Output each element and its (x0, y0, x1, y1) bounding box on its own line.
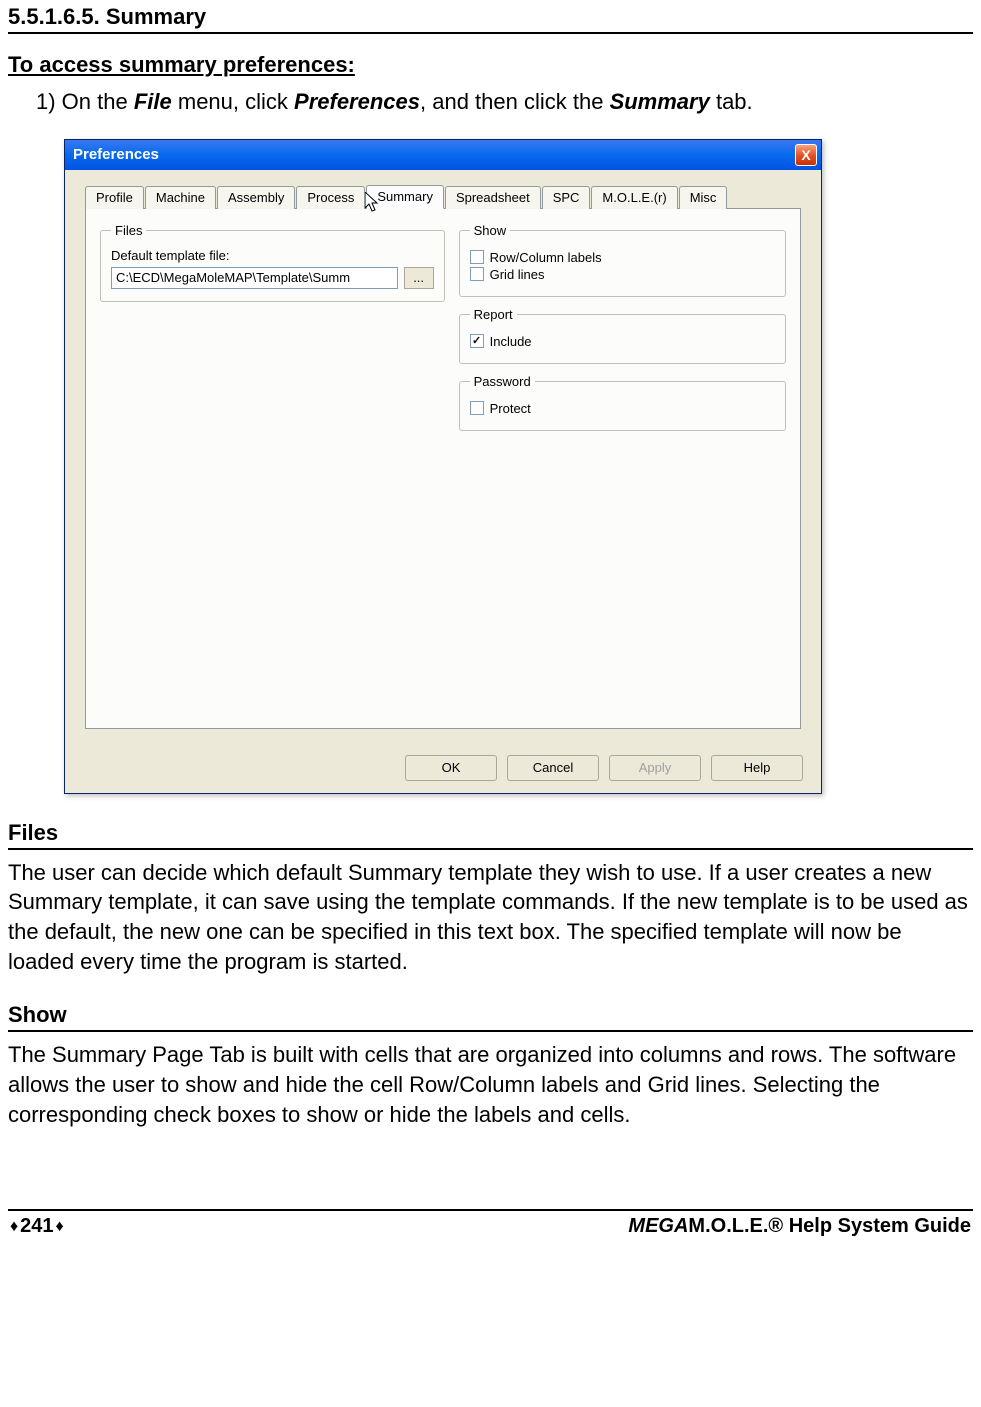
cursor-icon (365, 192, 383, 214)
apply-button[interactable]: Apply (609, 755, 701, 781)
tab-summary-label: Summary (377, 189, 433, 204)
diamond-right-icon: ♦ (56, 1218, 64, 1236)
dialog-button-row: OK Cancel Apply Help (65, 745, 821, 793)
step-mid1: menu, click (172, 89, 294, 114)
step-prefix: 1) On the (36, 89, 134, 114)
tab-machine[interactable]: Machine (145, 186, 216, 209)
show-group: Show Row/Column labels Grid lines (459, 223, 786, 297)
protect-label: Protect (490, 401, 531, 416)
rowcol-checkbox[interactable] (470, 250, 484, 264)
gridlines-checkbox[interactable] (470, 267, 484, 281)
step-mid2: , and then click the (420, 89, 610, 114)
step-file: File (134, 89, 172, 114)
files-heading: Files (8, 820, 973, 850)
default-template-label: Default template file: (111, 248, 434, 263)
tab-content: Files Default template file: C:\ECD\Mega… (85, 209, 801, 729)
right-column: Show Row/Column labels Grid lines (459, 223, 786, 714)
tab-assembly[interactable]: Assembly (217, 186, 295, 209)
include-checkbox[interactable] (470, 334, 484, 348)
show-legend: Show (470, 223, 511, 238)
show-paragraph: The Summary Page Tab is built with cells… (8, 1040, 973, 1129)
cancel-button[interactable]: Cancel (507, 755, 599, 781)
diamond-left-icon: ♦ (10, 1218, 18, 1236)
protect-checkbox[interactable] (470, 401, 484, 415)
guide-name-rest: M.O.L.E.® Help System Guide (688, 1215, 971, 1237)
tab-misc[interactable]: Misc (679, 186, 728, 209)
titlebar: Preferences X (65, 140, 821, 170)
default-template-input[interactable]: C:\ECD\MegaMoleMAP\Template\Summ (111, 267, 398, 289)
password-group: Password Protect (459, 374, 786, 431)
footer-left: ♦ 241 ♦ (10, 1215, 64, 1238)
step-summary: Summary (610, 89, 710, 114)
left-column: Files Default template file: C:\ECD\Mega… (100, 223, 445, 714)
close-button[interactable]: X (795, 144, 817, 166)
tab-process[interactable]: Process (296, 186, 365, 209)
tabstrip: Profile Machine Assembly Process Summary… (85, 184, 801, 209)
page-number: 241 (20, 1215, 53, 1238)
include-label: Include (490, 334, 532, 349)
tab-mole[interactable]: M.O.L.E.(r) (591, 186, 677, 209)
step-1: 1) On the File menu, click Preferences, … (8, 88, 973, 117)
files-paragraph: The user can decide which default Summar… (8, 858, 973, 977)
footer-right: MEGAM.O.L.E.® Help System Guide (628, 1215, 971, 1238)
step-suffix: tab. (710, 89, 753, 114)
rowcol-label: Row/Column labels (490, 250, 602, 265)
browse-button[interactable]: ... (404, 267, 434, 289)
ok-button[interactable]: OK (405, 755, 497, 781)
step-prefs: Preferences (294, 89, 420, 114)
titlebar-text: Preferences (73, 146, 795, 163)
close-icon: X (801, 147, 810, 163)
tab-spc[interactable]: SPC (542, 186, 591, 209)
report-legend: Report (470, 307, 517, 322)
help-button[interactable]: Help (711, 755, 803, 781)
password-legend: Password (470, 374, 535, 389)
tab-profile[interactable]: Profile (85, 186, 144, 209)
show-heading: Show (8, 1002, 973, 1032)
gridlines-label: Grid lines (490, 267, 545, 282)
files-legend: Files (111, 223, 146, 238)
dialog-body: Profile Machine Assembly Process Summary… (65, 170, 821, 745)
section-heading: 5.5.1.6.5. Summary (8, 4, 973, 34)
guide-name-italic: MEGA (628, 1215, 688, 1237)
page-footer: ♦ 241 ♦ MEGAM.O.L.E.® Help System Guide (8, 1209, 973, 1246)
files-group: Files Default template file: C:\ECD\Mega… (100, 223, 445, 302)
tab-spreadsheet[interactable]: Spreadsheet (445, 186, 541, 209)
preferences-dialog: Preferences X Profile Machine Assembly P… (64, 139, 822, 794)
tab-summary[interactable]: Summary (366, 185, 444, 209)
access-heading: To access summary preferences: (8, 52, 973, 78)
report-group: Report Include (459, 307, 786, 364)
